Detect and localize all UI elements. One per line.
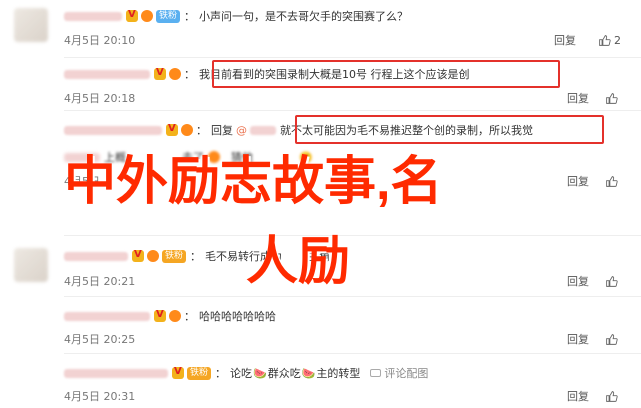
overlay-title-line1: 中外励志故事,名 [64,153,443,211]
thumbs-up-icon [606,92,618,104]
like-button[interactable] [605,92,621,105]
like-button[interactable]: 2 [598,34,621,47]
thumbs-up-icon [606,275,618,287]
comment-meta: 4月5日 20:25 回复 [64,330,621,348]
like-button[interactable] [605,390,621,403]
comment-line: 铁粉 ： 论吃 🍉 群众吃 🍉 主的转型 评论配图 [64,363,428,383]
username[interactable] [64,11,122,21]
avatar[interactable] [14,248,48,282]
comment-text: 小声问一句，是不去哥欠手的突围赛了么？ [199,10,409,23]
username[interactable] [64,125,162,135]
reply-prefix: 回复 [211,124,233,137]
reply-button[interactable]: 回复 [567,173,589,189]
comment-line: ： 哈哈哈哈哈哈哈 [64,306,276,326]
verified-icon [154,67,166,80]
comment-item: ： 哈哈哈哈哈哈哈 4月5日 20:25 回复 [0,297,641,353]
thumbs-up-icon [606,175,618,187]
fan-badge: 铁粉 [162,249,187,263]
watermelon-icon: 🍉 [301,366,316,380]
level-icon [169,310,181,322]
verified-icon [126,9,138,22]
highlight-box [212,60,560,88]
comment-item: 铁粉 ： 论吃 🍉 群众吃 🍉 主的转型 评论配图 4月5日 20:31 回复 [0,354,641,408]
comment-line: 铁粉 ： 小声问一句，是不去哥欠手的突围赛了么？ [64,6,408,26]
comment-date: 4月5日 20:25 [64,333,136,346]
like-button[interactable] [605,275,621,288]
mention[interactable]: @ [236,124,247,137]
username[interactable] [64,251,128,261]
comment-meta: 4月5日 20:10 回复 2 [64,31,621,49]
username[interactable] [64,368,168,378]
comment-date: 4月5日 20:18 [64,92,136,105]
reply-button[interactable]: 回复 [567,388,589,404]
comment-date: 4月5日 20:31 [64,390,136,403]
reply-button[interactable]: 回复 [567,90,589,106]
overlay-title-line2: 人励 [246,233,351,291]
comment-date: 4月5日 20:10 [64,34,136,47]
like-button[interactable] [605,333,621,346]
comment-meta: 4月5日 20:18 回复 [64,89,621,107]
verified-icon [166,123,178,136]
level-icon [147,250,159,262]
level-icon [141,10,153,22]
fan-badge: 铁粉 [156,9,181,23]
username[interactable] [64,311,150,321]
mention-username[interactable] [250,125,276,135]
thumbs-up-icon [599,34,611,46]
reply-button[interactable]: 回复 [554,32,576,48]
avatar[interactable] [14,8,48,42]
level-icon [169,68,181,80]
verified-icon [154,309,166,322]
comment-text: 哈哈哈哈哈哈哈 [199,310,276,323]
thumbs-up-icon [606,333,618,345]
fan-badge: 铁粉 [187,366,212,380]
highlight-box [295,115,604,144]
comment-item: 铁粉 ： 小声问一句，是不去哥欠手的突围赛了么？ 4月5日 20:10 回复 2 [0,0,641,58]
like-button[interactable] [605,175,621,188]
level-icon [181,124,193,136]
like-count: 2 [614,33,621,47]
reply-button[interactable]: 回复 [567,273,589,289]
thumbs-up-icon [606,390,618,402]
comment-meta: 4月5日 20:31 回复 [64,387,621,405]
watermelon-icon: 🍉 [253,366,267,380]
username[interactable] [64,69,150,79]
image-icon [370,369,382,377]
reply-button[interactable]: 回复 [567,331,589,347]
verified-icon [132,249,144,262]
comment-image-link[interactable]: 评论配图 [370,365,428,381]
verified-icon [172,366,184,379]
